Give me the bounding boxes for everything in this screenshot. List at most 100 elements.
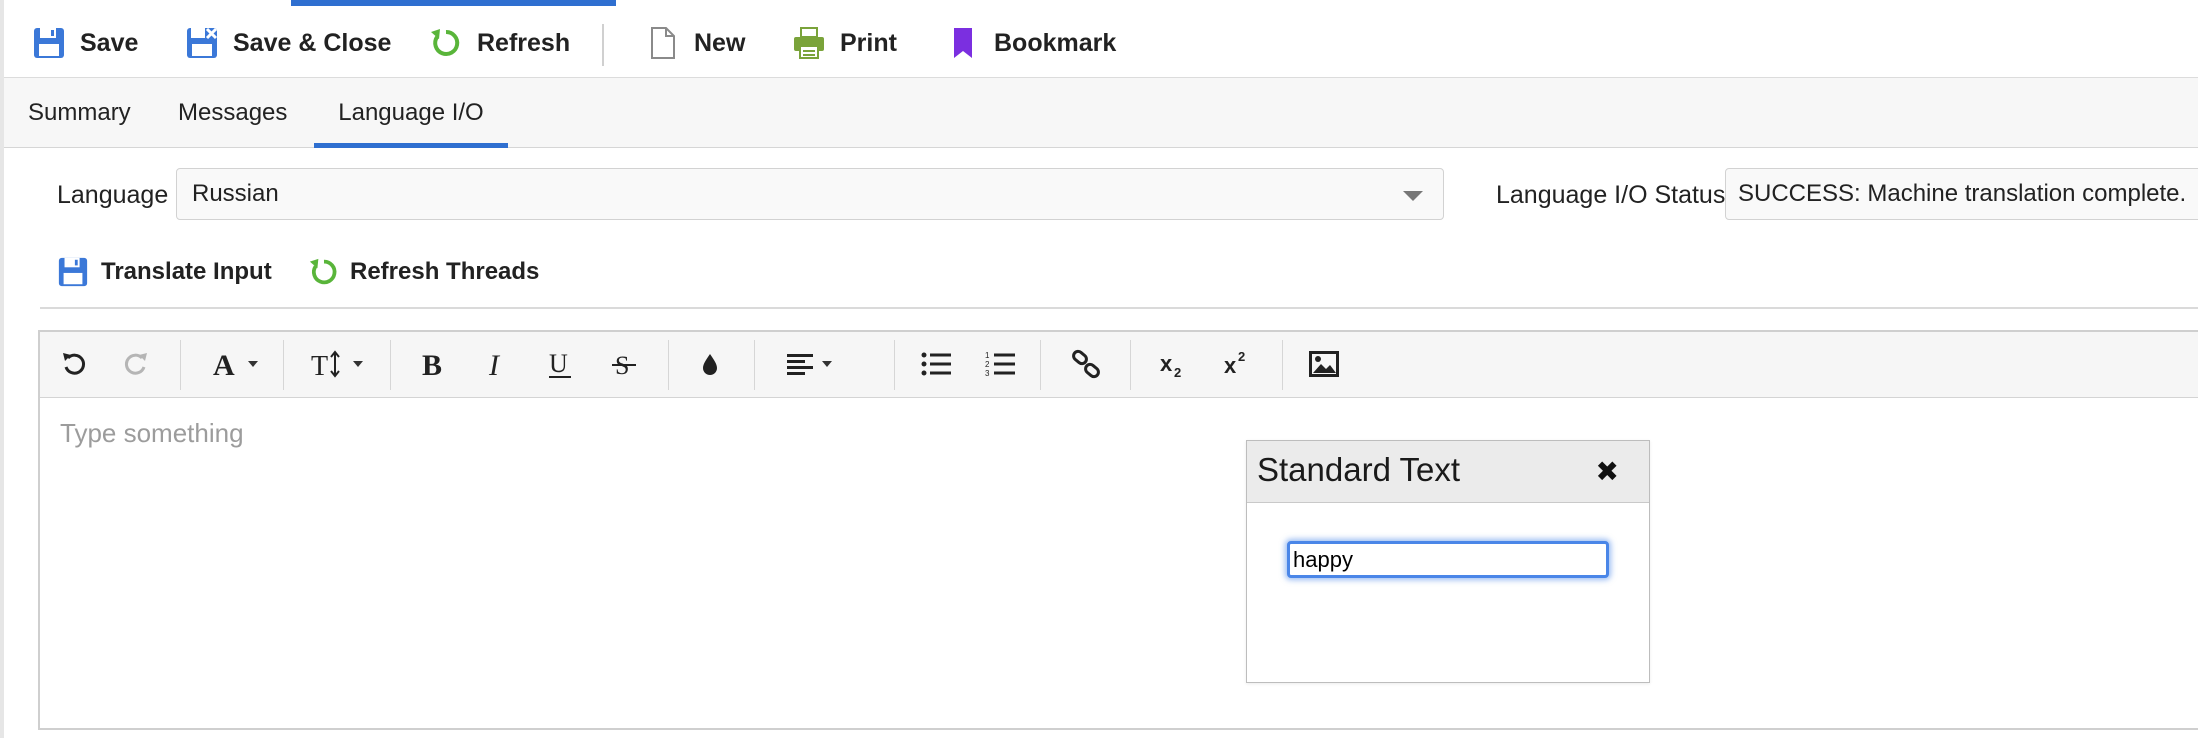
standard-text-search-input[interactable] <box>1287 541 1609 578</box>
underline-button[interactable]: U <box>538 342 582 386</box>
numbered-list-icon: 1 2 3 <box>985 351 1015 377</box>
toolbar-separator <box>390 340 391 390</box>
link-button[interactable] <box>1064 342 1108 386</box>
svg-text:A: A <box>213 349 235 379</box>
font-family-icon: A <box>213 349 235 379</box>
print-button[interactable]: Print <box>792 26 897 60</box>
rich-text-editor: A T B I U S 1 2 3 x 2 x 2 Type something <box>38 330 2198 730</box>
svg-text:1: 1 <box>985 351 990 360</box>
save-close-button[interactable]: Save & Close <box>185 26 391 60</box>
bold-button[interactable]: B <box>410 342 454 386</box>
refresh-button[interactable]: Refresh <box>429 26 570 60</box>
toolbar-separator <box>180 340 181 390</box>
svg-text:3: 3 <box>985 369 990 377</box>
link-icon <box>1072 349 1100 379</box>
image-icon <box>1309 351 1339 377</box>
refresh-threads-button[interactable]: Refresh Threads <box>308 255 539 289</box>
svg-text:T: T <box>311 351 328 379</box>
toolbar-separator <box>1282 340 1283 390</box>
new-document-icon <box>651 27 675 59</box>
new-button[interactable]: New <box>646 26 745 60</box>
save-icon <box>58 257 88 287</box>
svg-text:2: 2 <box>1174 365 1181 379</box>
toolbar-separator <box>1040 340 1041 390</box>
command-bar: Save Save & Close Refresh New Print Book… <box>4 6 2198 78</box>
subscript-icon: x 2 <box>1160 351 1181 379</box>
font-size-button[interactable]: T <box>302 342 372 386</box>
command-separator <box>602 24 604 66</box>
dialog-header: Standard Text ✖ <box>1247 441 1649 503</box>
refresh-icon <box>309 258 337 285</box>
refresh-threads-label: Refresh Threads <box>350 258 540 285</box>
svg-text:2: 2 <box>985 360 990 369</box>
font-family-button[interactable]: A <box>200 342 270 386</box>
language-select[interactable]: Russian <box>176 168 1444 220</box>
editor-toolbar: A T B I U S 1 2 3 x 2 x 2 <box>40 332 2198 398</box>
undo-button[interactable] <box>52 342 96 386</box>
translate-input-button[interactable]: Translate Input <box>57 255 272 289</box>
redo-button[interactable] <box>114 342 158 386</box>
refresh-label: Refresh <box>477 28 571 57</box>
bookmark-icon <box>954 28 972 58</box>
bookmark-button[interactable]: Bookmark <box>946 26 1116 60</box>
superscript-icon: x 2 <box>1224 349 1245 378</box>
redo-icon <box>124 353 147 375</box>
save-icon <box>34 28 64 58</box>
status-label: Language I/O Status <box>1496 181 1726 209</box>
svg-text:U: U <box>549 349 568 378</box>
toolbar-separator <box>283 340 284 390</box>
toolbar-separator <box>754 340 755 390</box>
svg-text:I: I <box>488 349 501 379</box>
section-divider <box>40 307 2198 309</box>
save-close-icon <box>187 27 218 58</box>
tab-language-io[interactable]: Language I/O <box>314 78 508 148</box>
language-label: Language <box>57 181 169 209</box>
italic-icon: I <box>488 349 501 379</box>
close-icon[interactable]: ✖ <box>1596 457 1619 487</box>
tab-bar: Summary Messages Language I/O <box>4 78 2198 148</box>
subscript-button[interactable]: x 2 <box>1152 342 1196 386</box>
svg-text:x: x <box>1224 353 1237 378</box>
svg-text:x: x <box>1160 351 1173 376</box>
tab-summary[interactable]: Summary <box>28 78 131 148</box>
status-value: SUCCESS: Machine translation complete. <box>1738 180 2187 207</box>
save-button[interactable]: Save <box>32 26 138 60</box>
print-icon <box>794 27 824 59</box>
strikethrough-icon: S <box>612 351 636 379</box>
text-color-button[interactable] <box>688 342 732 386</box>
insert-image-button[interactable] <box>1302 342 1346 386</box>
toolbar-separator <box>668 340 669 390</box>
new-label: New <box>694 28 746 57</box>
strikethrough-button[interactable]: S <box>602 342 646 386</box>
bold-icon: B <box>422 349 442 379</box>
chevron-down-icon <box>353 361 363 367</box>
bookmark-label: Bookmark <box>994 28 1117 57</box>
save-label: Save <box>80 28 139 57</box>
language-value: Russian <box>192 180 279 207</box>
font-size-icon: T <box>311 350 340 379</box>
status-field: SUCCESS: Machine translation complete. <box>1725 168 2198 220</box>
underline-icon: U <box>549 349 571 378</box>
align-button[interactable] <box>774 342 844 386</box>
bullet-list-icon <box>921 352 951 376</box>
dialog-title: Standard Text <box>1257 451 1461 488</box>
bullet-list-button[interactable] <box>914 342 958 386</box>
align-icon <box>787 354 813 375</box>
toolbar-separator <box>894 340 895 390</box>
standard-text-dialog: Standard Text ✖ <box>1246 440 1650 683</box>
chevron-down-icon <box>1403 191 1423 201</box>
numbered-list-button[interactable]: 1 2 3 <box>978 342 1022 386</box>
italic-button[interactable]: I <box>474 342 518 386</box>
chevron-down-icon <box>822 361 832 367</box>
translate-input-label: Translate Input <box>101 258 272 285</box>
undo-icon <box>63 353 86 375</box>
refresh-icon <box>431 29 460 56</box>
color-icon <box>703 354 717 375</box>
svg-text:B: B <box>422 349 442 379</box>
tab-messages[interactable]: Messages <box>178 78 287 148</box>
superscript-button[interactable]: x 2 <box>1216 342 1260 386</box>
print-label: Print <box>840 28 897 57</box>
editor-placeholder[interactable]: Type something <box>60 418 244 449</box>
toolbar-separator <box>1130 340 1131 390</box>
save-close-label: Save & Close <box>233 28 392 57</box>
